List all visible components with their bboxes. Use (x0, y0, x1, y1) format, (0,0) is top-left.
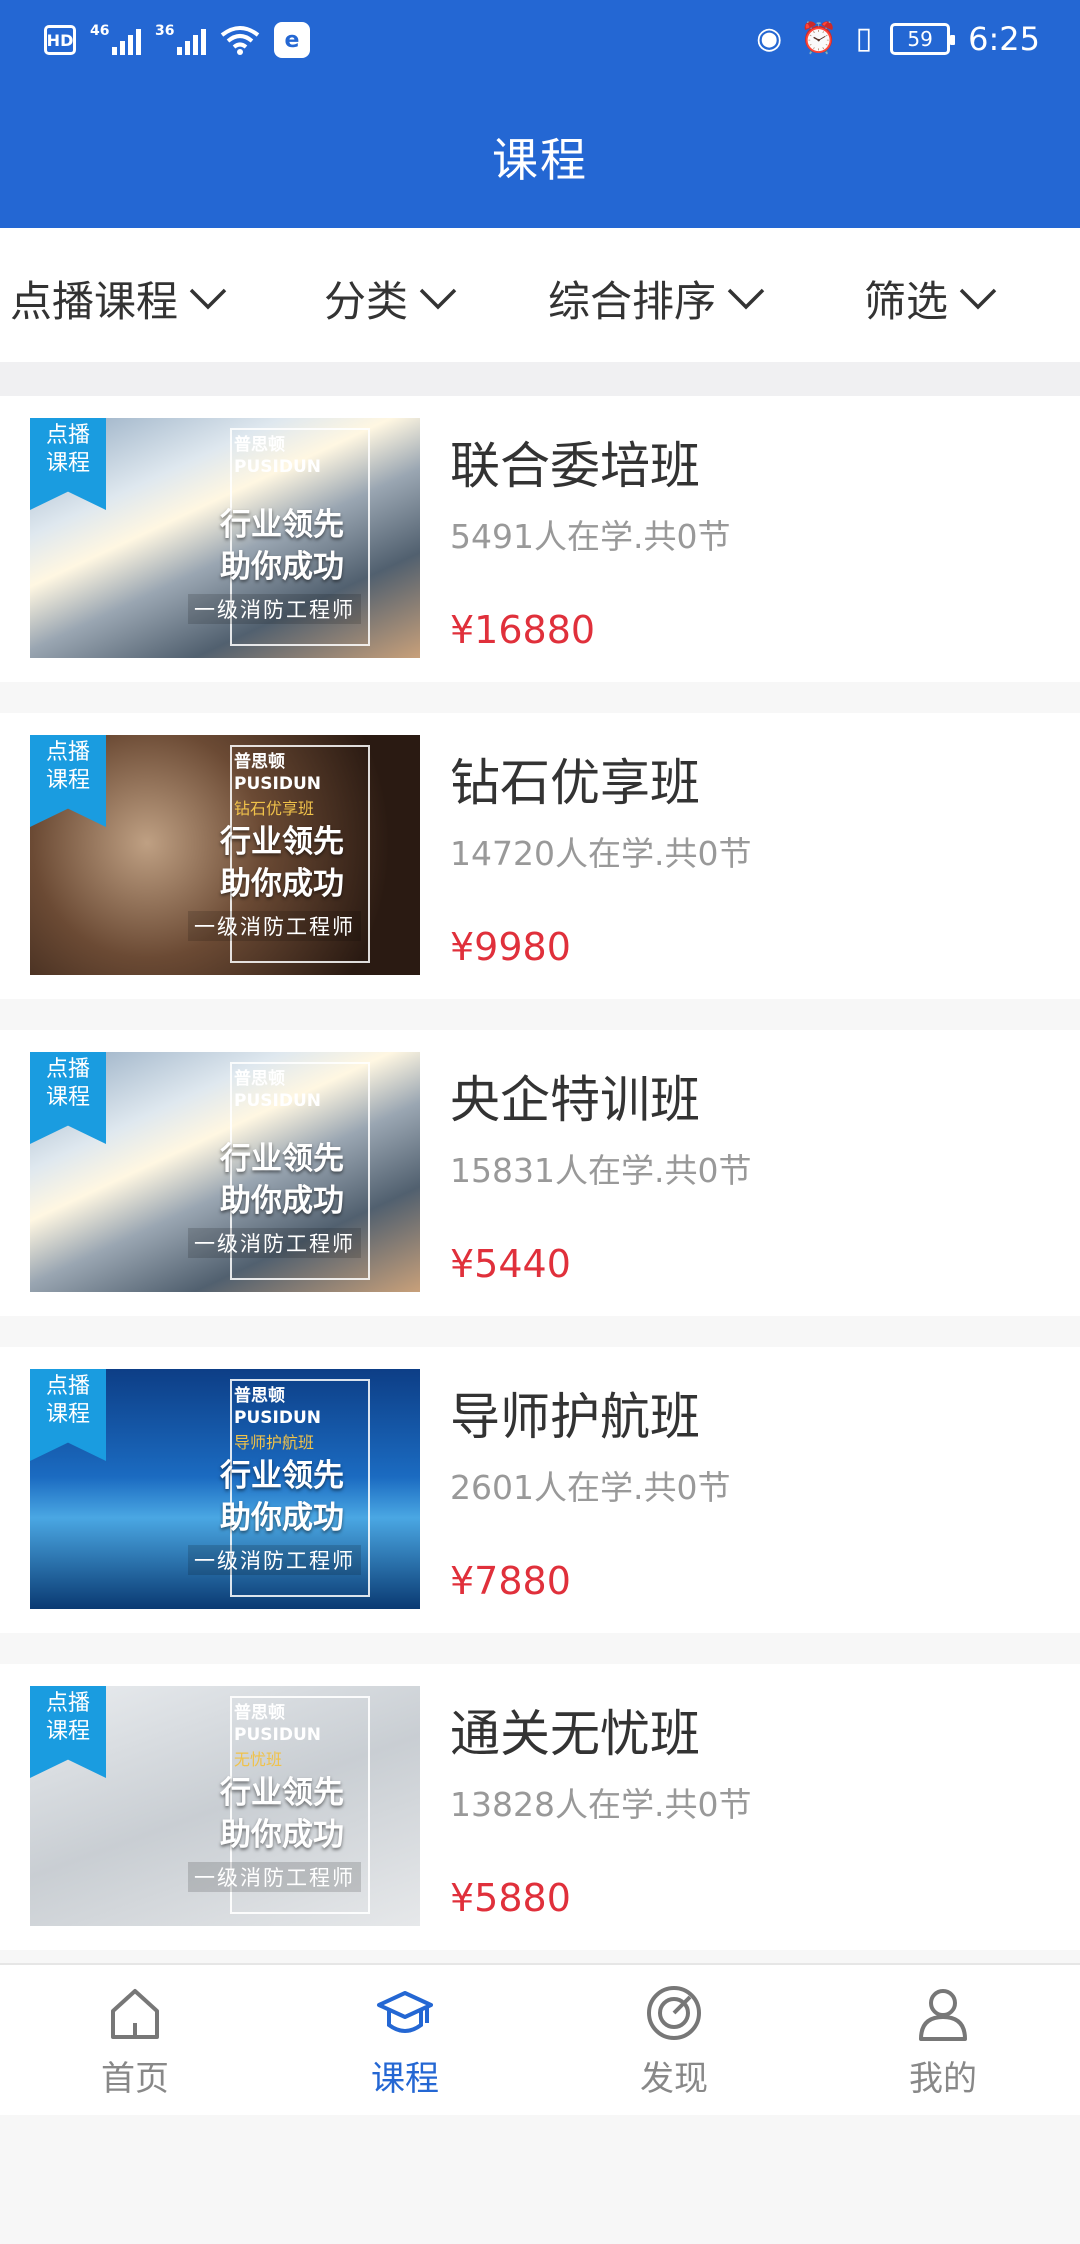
course-price: ¥16880 (450, 608, 596, 652)
alarm-icon: ⏰ (800, 21, 838, 56)
course-price: ¥5440 (450, 1242, 571, 1286)
filter-label: 筛选 (864, 277, 949, 326)
course-meta: 5491人在学.共0节 (450, 517, 731, 556)
course-title: 钻石优享班 (450, 754, 700, 812)
course-price: ¥7880 (450, 1559, 571, 1603)
thumb-cert: 一级消防工程师 (188, 1228, 361, 1258)
cellular-signal-icon: 46 (90, 23, 141, 55)
course-title: 通关无忧班 (450, 1705, 700, 1763)
filter-label: 分类 (324, 277, 409, 326)
filter-bar: 点播课程 分类 综合排序 筛选 (0, 228, 1080, 362)
chevron-down-icon (959, 288, 997, 309)
tab-courses[interactable]: 课程 (325, 1983, 485, 2113)
filter-sort[interactable]: 综合排序 (548, 268, 766, 329)
cellular-signal-icon-2: 36 (155, 23, 206, 55)
thumb-brand: 普思顿 (234, 1386, 285, 1406)
thumb-brand: 普思顿 (234, 435, 285, 455)
compass-icon (647, 1986, 701, 2040)
course-title: 央企特训班 (450, 1071, 700, 1129)
filter-label: 综合排序 (548, 277, 717, 326)
page-title: 课程 (492, 133, 588, 187)
wifi-icon (220, 26, 260, 55)
thumb-slogan: 行业领先 (220, 1775, 344, 1811)
chevron-down-icon (419, 288, 457, 309)
course-thumbnail: 普思顿 PUSIDUN 导师护航班 行业领先 助你成功 一级消防工程师 点播 课程 (30, 1369, 420, 1609)
thumb-slogan: 助你成功 (220, 549, 344, 585)
status-bar: HD 46 36 e ◉ ⏰ ▯ 59 6:25 (0, 0, 1080, 84)
thumb-slogan: 行业领先 (220, 1141, 344, 1177)
bottom-tab-bar: 首页 课程 发现 我的 (0, 1963, 1080, 2115)
course-meta: 13828人在学.共0节 (450, 1785, 752, 1824)
thumb-brand-en: PUSIDUN (234, 1408, 321, 1428)
chevron-down-icon (189, 288, 227, 309)
app-header: HD 46 36 e ◉ ⏰ ▯ 59 6:25 课程 (0, 0, 1080, 228)
course-thumbnail: 普思顿 PUSIDUN 钻石优享班 行业领先 助你成功 一级消防工程师 点播 课程 (30, 735, 420, 975)
thumb-brand-en: PUSIDUN (234, 1091, 321, 1111)
thumb-slogan: 行业领先 (220, 824, 344, 860)
user-icon (919, 1989, 967, 2041)
thumb-cert: 一级消防工程师 (188, 911, 361, 941)
thumb-brand: 普思顿 (234, 752, 285, 772)
thumb-slogan: 助你成功 (220, 1500, 344, 1536)
thumb-subtitle: 导师护航班 (234, 1433, 315, 1452)
tab-label: 我的 (909, 2059, 977, 2099)
thumb-cert: 一级消防工程师 (188, 1545, 361, 1575)
course-card[interactable]: 普思顿 PUSIDUN 钻石优享班 行业领先 助你成功 一级消防工程师 点播 课程 钻… (0, 713, 1080, 999)
thumb-slogan: 助你成功 (220, 866, 344, 902)
filter-screen[interactable]: 筛选 (864, 268, 998, 329)
eye-comfort-icon: ◉ (756, 21, 783, 56)
tab-label: 首页 (101, 2059, 169, 2099)
divider (0, 362, 1080, 396)
tab-profile[interactable]: 我的 (863, 1983, 1023, 2113)
app-notification-icon: e (274, 22, 310, 58)
thumb-subtitle: 无忧班 (234, 1750, 283, 1769)
thumb-cert: 一级消防工程师 (188, 1862, 361, 1892)
course-thumbnail: 普思顿 PUSIDUN 无忧班 行业领先 助你成功 一级消防工程师 点播 课程 (30, 1686, 420, 1926)
network-type-label: 46 (90, 23, 110, 39)
chevron-down-icon (727, 288, 765, 309)
course-card[interactable]: 普思顿 PUSIDUN 行业领先 助你成功 一级消防工程师 点播 课程 央企特训班 1… (0, 1030, 1080, 1316)
thumb-slogan: 行业领先 (220, 507, 344, 543)
course-card[interactable]: 普思顿 PUSIDUN 无忧班 行业领先 助你成功 一级消防工程师 点播 课程 通关无… (0, 1664, 1080, 1950)
network-type-label-2: 36 (155, 23, 175, 39)
tab-discover[interactable]: 发现 (594, 1983, 754, 2113)
thumb-brand-en: PUSIDUN (234, 457, 321, 477)
thumb-subtitle: 钻石优享班 (234, 799, 315, 818)
thumb-slogan: 助你成功 (220, 1817, 344, 1853)
filter-category[interactable]: 分类 (324, 268, 458, 329)
filter-course-type[interactable]: 点播课程 (10, 268, 228, 329)
vibrate-icon: ▯ (855, 21, 873, 56)
course-title: 导师护航班 (450, 1388, 700, 1446)
thumb-cert: 一级消防工程师 (188, 594, 361, 624)
course-meta: 14720人在学.共0节 (450, 834, 752, 873)
graduation-cap-icon (377, 1991, 433, 2033)
home-icon (111, 1989, 159, 2039)
system-nav-area (0, 2115, 1080, 2244)
course-card[interactable]: 普思顿 PUSIDUN 导师护航班 行业领先 助你成功 一级消防工程师 点播 课程 导… (0, 1347, 1080, 1633)
course-meta: 2601人在学.共0节 (450, 1468, 731, 1507)
course-title: 联合委培班 (450, 437, 700, 495)
clock: 6:25 (968, 20, 1040, 58)
thumb-slogan: 行业领先 (220, 1458, 344, 1494)
course-meta: 15831人在学.共0节 (450, 1151, 752, 1190)
course-price: ¥5880 (450, 1876, 571, 1920)
thumb-brand-en: PUSIDUN (234, 774, 321, 794)
course-thumbnail: 普思顿 PUSIDUN 行业领先 助你成功 一级消防工程师 点播 课程 (30, 1052, 420, 1292)
thumb-brand: 普思顿 (234, 1703, 285, 1723)
tab-label: 课程 (371, 2059, 439, 2099)
course-card[interactable]: 普思顿 PUSIDUN 行业领先 助你成功 一级消防工程师 点播 课程 联合委培班 5… (0, 396, 1080, 682)
thumb-slogan: 助你成功 (220, 1183, 344, 1219)
thumb-brand: 普思顿 (234, 1069, 285, 1089)
course-price: ¥9980 (450, 925, 571, 969)
course-thumbnail: 普思顿 PUSIDUN 行业领先 助你成功 一级消防工程师 点播 课程 (30, 418, 420, 658)
filter-label: 点播课程 (10, 277, 179, 326)
tab-label: 发现 (640, 2059, 708, 2099)
thumb-brand-en: PUSIDUN (234, 1725, 321, 1745)
battery-icon: 59 (890, 23, 956, 55)
tab-home[interactable]: 首页 (55, 1983, 215, 2113)
hd-icon: HD (44, 25, 76, 55)
